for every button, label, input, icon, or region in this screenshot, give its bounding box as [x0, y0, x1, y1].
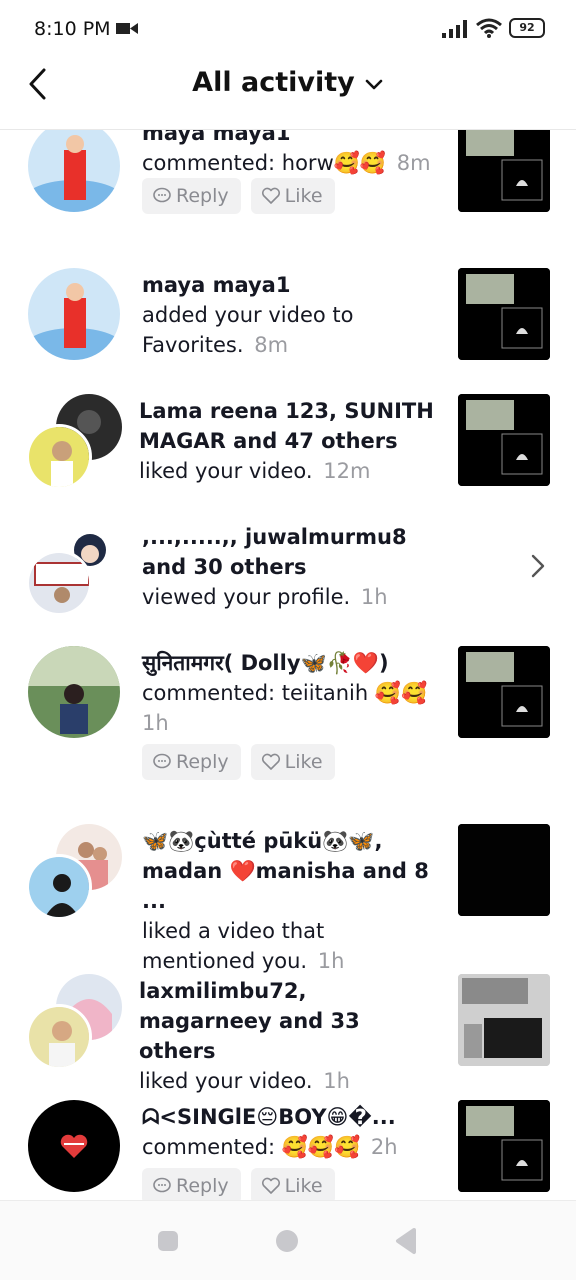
- page-title: All activity: [192, 67, 355, 98]
- chevron-right-icon[interactable]: [528, 552, 548, 580]
- activity-time: 12m: [323, 459, 371, 483]
- reply-label: Reply: [176, 1175, 229, 1197]
- like-button[interactable]: Like: [250, 1168, 335, 1200]
- video-thumbnail[interactable]: [458, 268, 550, 360]
- reply-button[interactable]: Reply: [142, 178, 241, 214]
- activity-time: 1h: [142, 711, 169, 735]
- avatar-stack[interactable]: [26, 394, 122, 490]
- avatar[interactable]: [28, 268, 120, 360]
- video-thumbnail[interactable]: [458, 1100, 550, 1192]
- activity-names[interactable]: maya maya1: [142, 130, 290, 145]
- wifi-icon: [476, 18, 502, 38]
- activity-text: सुनितामगर( Dolly🦋🥀❤️) commented: teiitan…: [142, 648, 442, 738]
- like-button[interactable]: Like: [250, 178, 335, 214]
- activity-names[interactable]: Lama reena 123, SUNITH MAGAR and 47 othe…: [139, 399, 434, 453]
- activity-filter-dropdown[interactable]: All activity: [0, 67, 576, 98]
- avatar-stack[interactable]: [26, 974, 122, 1070]
- activity-time: 1h: [360, 585, 388, 609]
- avatar[interactable]: [28, 1100, 120, 1192]
- activity-text: maya maya1 commented: horw🥰🥰 8m: [142, 130, 442, 178]
- activity-names[interactable]: ,...,.....,, juwalmurmu8 and 30 others: [142, 525, 407, 579]
- activity-action: added your video to Favorites.: [142, 303, 354, 357]
- activity-text: laxmilimbu72, magarneey and 33 others li…: [139, 976, 439, 1096]
- signal-icon: [442, 20, 467, 38]
- activity-text: maya maya1 added your video to Favorites…: [142, 270, 442, 360]
- heart-outline-icon: [261, 753, 280, 770]
- video-thumbnail[interactable]: [458, 394, 550, 486]
- activity-names[interactable]: laxmilimbu72, magarneey and 33 others: [139, 979, 360, 1063]
- like-label: Like: [284, 1175, 323, 1197]
- system-nav-bar: [0, 1200, 576, 1280]
- activity-action: viewed your profile.: [142, 585, 351, 609]
- activity-action: liked your video.: [139, 459, 313, 483]
- activity-text: Lama reena 123, SUNITH MAGAR and 47 othe…: [139, 396, 439, 486]
- heart-outline-icon: [261, 187, 280, 204]
- header: All activity: [0, 58, 576, 130]
- activity-time: 2h: [370, 1135, 398, 1159]
- video-thumbnail[interactable]: [458, 130, 550, 212]
- reply-button[interactable]: Reply: [142, 744, 241, 780]
- activity-time: 8m: [396, 151, 431, 175]
- avatar-stack[interactable]: [26, 520, 122, 616]
- recent-apps-icon[interactable]: [154, 1227, 182, 1255]
- activity-text: ,...,.....,, juwalmurmu8 and 30 others v…: [142, 522, 442, 612]
- activity-names[interactable]: सुनितामगर( Dolly🦋🥀❤️): [142, 651, 389, 675]
- status-time: 8:10 PM: [34, 18, 111, 40]
- reply-label: Reply: [176, 751, 229, 773]
- video-thumbnail[interactable]: [458, 646, 550, 738]
- video-thumbnail[interactable]: [458, 974, 550, 1066]
- back-nav-icon[interactable]: [392, 1227, 420, 1255]
- battery-icon: 92: [509, 18, 545, 38]
- activity-time: 8m: [254, 333, 289, 357]
- reply-label: Reply: [176, 185, 229, 207]
- avatar-stack[interactable]: [26, 824, 122, 920]
- activity-names[interactable]: ᗣ<SINGlE😔BOY😁�...: [142, 1105, 396, 1129]
- video-camera-icon: [116, 23, 138, 34]
- activity-text: 🦋🐼çùtté pūkü🐼🦋, madan ❤️manisha and 8 ..…: [142, 826, 442, 976]
- avatar[interactable]: [28, 646, 120, 738]
- activity-action: commented: teiitanih 🥰🥰: [142, 681, 428, 705]
- activity-list[interactable]: maya maya1 commented: horw🥰🥰 8m Reply Li…: [0, 130, 576, 1200]
- comment-bubble-icon: [153, 753, 171, 769]
- activity-time: 1h: [317, 949, 345, 973]
- activity-names[interactable]: maya maya1: [142, 273, 290, 297]
- activity-time: 1h: [323, 1069, 350, 1093]
- activity-action: commented: horw🥰🥰: [142, 151, 387, 175]
- activity-action: liked your video.: [139, 1069, 313, 1093]
- activity-action: commented: 🥰🥰🥰: [142, 1135, 361, 1159]
- comment-bubble-icon: [153, 187, 171, 203]
- comment-bubble-icon: [153, 1177, 171, 1193]
- video-thumbnail[interactable]: [458, 824, 550, 916]
- heart-outline-icon: [261, 1177, 280, 1194]
- activity-text: ᗣ<SINGlE😔BOY😁�... commented: 🥰🥰🥰 2h: [142, 1102, 442, 1162]
- battery-level: 92: [519, 21, 535, 34]
- activity-names[interactable]: 🦋🐼çùtté pūkü🐼🦋, madan ❤️manisha and 8 ..…: [142, 829, 429, 913]
- status-bar: 8:10 PM 92: [0, 0, 576, 58]
- chevron-down-icon: [365, 79, 383, 89]
- reply-button[interactable]: Reply: [142, 1168, 241, 1200]
- like-button[interactable]: Like: [250, 744, 335, 780]
- like-label: Like: [284, 185, 323, 207]
- avatar[interactable]: [28, 130, 120, 212]
- like-label: Like: [284, 751, 323, 773]
- home-icon[interactable]: [272, 1227, 302, 1255]
- activity-action: liked a video that mentioned you.: [142, 919, 325, 973]
